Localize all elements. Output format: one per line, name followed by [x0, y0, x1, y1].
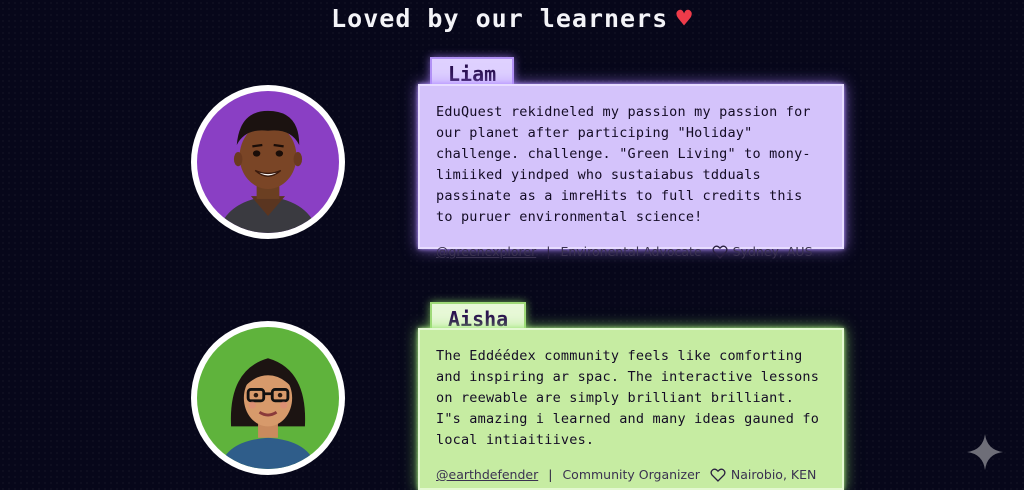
user-location: Sydney, AUS [732, 244, 813, 259]
user-location: Nairobio, KEN [730, 467, 817, 482]
sparkle-icon[interactable] [967, 434, 1003, 470]
testimonial-meta: @earthdefender | Community Organizer Nai… [436, 467, 824, 482]
testimonial-card-liam: EduQuest rekidneled my passion my passio… [418, 84, 844, 259]
testimonial-quote: EduQuest rekidneled my passion my passio… [436, 104, 811, 225]
heart-outline-icon [710, 468, 726, 482]
meta-separator: | [546, 244, 551, 259]
aisha-portrait-icon [197, 327, 339, 469]
heart-outline-icon [712, 245, 728, 259]
testimonial-card-aisha: The Eddéédex community feels like comfor… [418, 328, 844, 490]
pixel-heart-icon: ♥ [676, 4, 693, 34]
section-title-text: Loved by our learners [331, 4, 669, 33]
liam-portrait-icon [197, 91, 339, 233]
testimonial-meta: @greenexplorer | Environental Advocate S… [436, 244, 824, 259]
testimonial-quote: The Eddéédex community feels like comfor… [436, 348, 820, 448]
avatar-liam [191, 85, 345, 239]
user-handle-link[interactable]: @greenexplorer [436, 244, 536, 259]
meta-separator: | [548, 467, 553, 482]
user-role: Community Organizer [562, 467, 700, 482]
section-title: Loved by our learners ♥ [0, 4, 1024, 34]
user-handle-link[interactable]: @earthdefender [436, 467, 538, 482]
user-role: Environental Advocate [560, 244, 702, 259]
avatar-aisha [191, 321, 345, 475]
